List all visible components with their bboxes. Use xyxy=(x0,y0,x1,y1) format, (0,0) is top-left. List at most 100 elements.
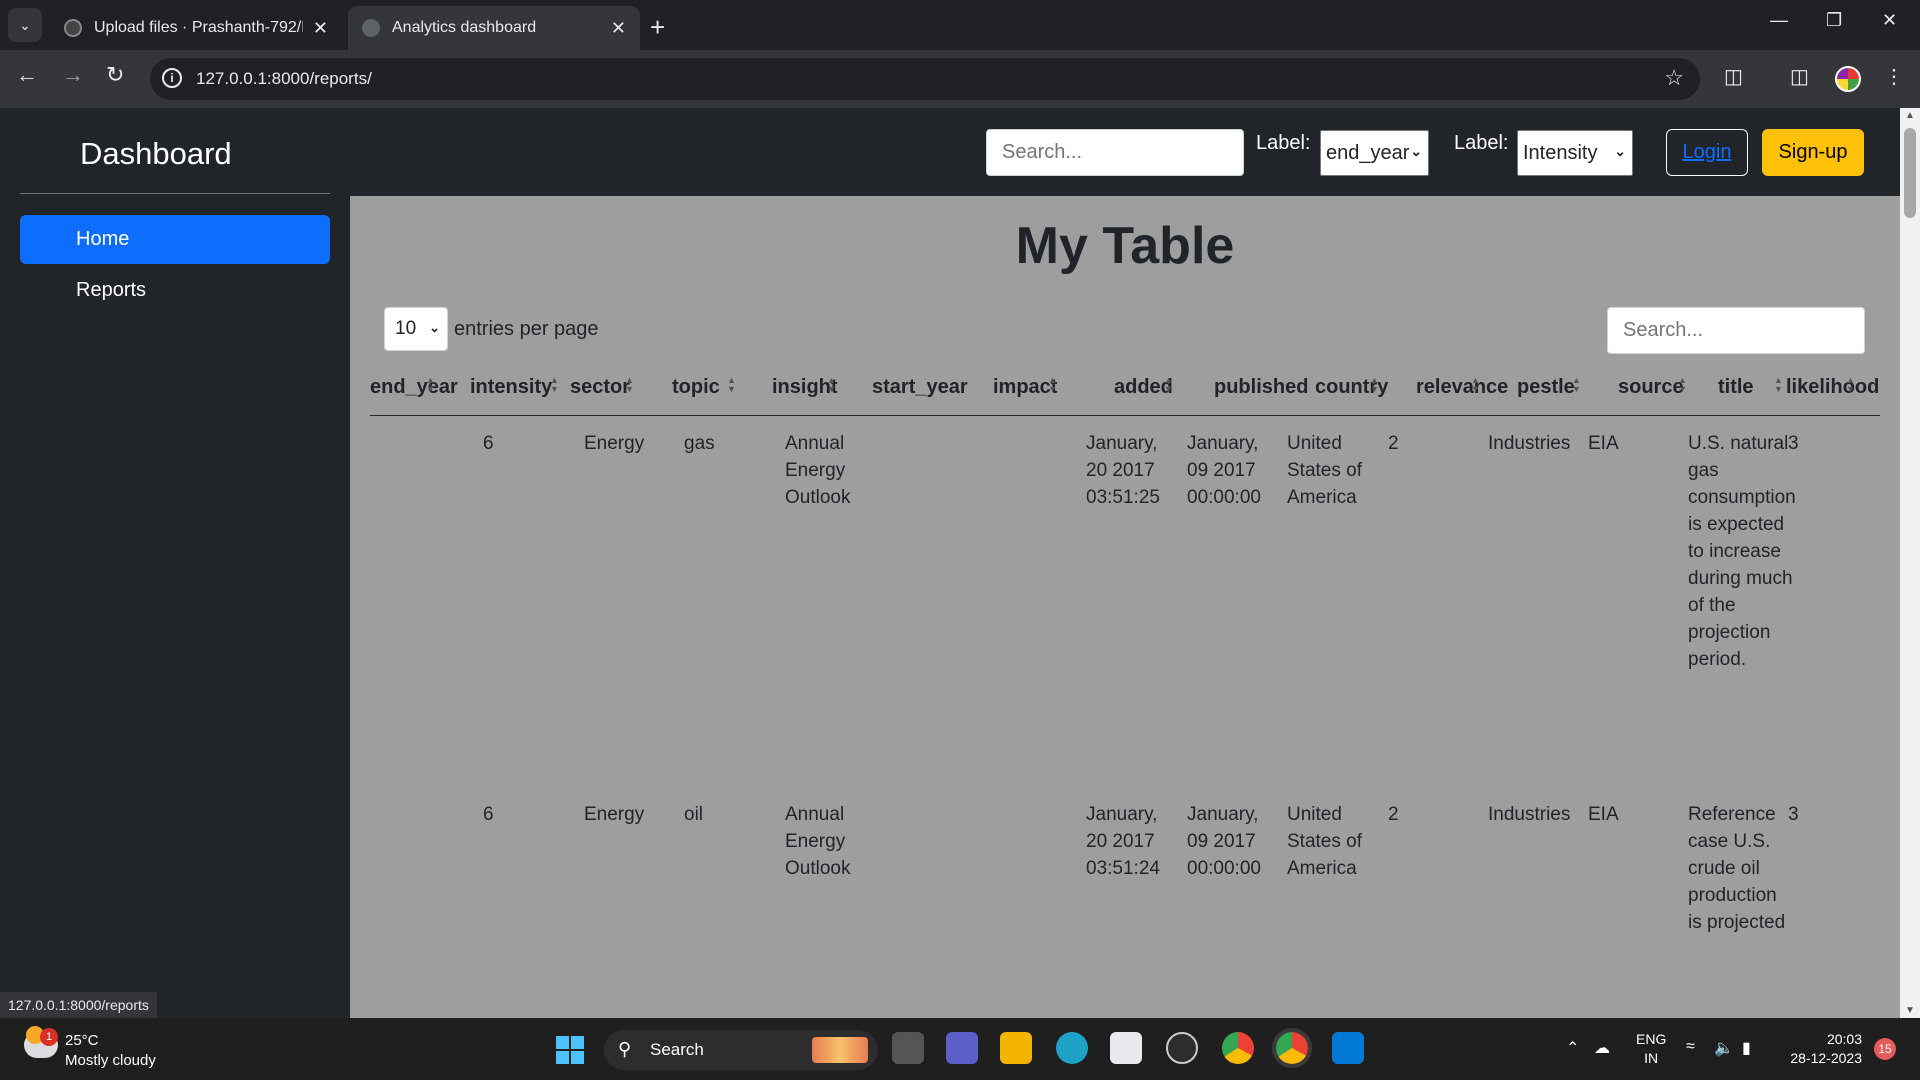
main-content: My Table 10 ⌄ entries per page end_year▲… xyxy=(350,196,1900,1018)
column-header-source[interactable]: source ▲ ▼ xyxy=(1618,376,1687,399)
windows-taskbar: 1 25°C Mostly cloudy ⚲ Search ⌃ ☁ ENG IN… xyxy=(0,1018,1920,1080)
close-tab-icon[interactable]: ✕ xyxy=(611,18,626,39)
close-window-icon[interactable]: ✕ xyxy=(1882,10,1897,31)
globe-icon xyxy=(362,19,380,37)
column-header-insight[interactable]: insight ▲ ▼ xyxy=(772,376,838,399)
github-icon xyxy=(64,19,82,37)
cell-relevance: 2 xyxy=(1388,433,1399,454)
edge-browser-icon[interactable] xyxy=(1056,1032,1088,1064)
label-1: Label: xyxy=(1256,132,1311,154)
address-bar[interactable]: i 127.0.0.1:8000/reports/ ☆ xyxy=(150,58,1700,100)
teams-chat-icon[interactable] xyxy=(946,1032,978,1064)
column-header-impact[interactable]: impact ▲ ▼ xyxy=(993,376,1057,399)
cell-added: January, 20 2017 03:51:25 xyxy=(1086,433,1160,508)
new-tab-plus-icon[interactable]: + xyxy=(650,12,665,43)
dell-icon[interactable] xyxy=(1166,1032,1198,1064)
table-row: 6 Energy oil Annual Energy Outlook Janua… xyxy=(370,801,1880,1018)
microsoft-store-icon[interactable] xyxy=(1110,1032,1142,1064)
taskbar-search-box[interactable]: ⚲ Search xyxy=(604,1030,878,1070)
table-search-input[interactable] xyxy=(1607,307,1865,354)
tab-search-button[interactable]: ⌄ xyxy=(8,8,42,42)
scrollbar-thumb[interactable] xyxy=(1904,128,1916,218)
sort-icon: ▲ ▼ xyxy=(550,375,559,394)
cell-likelihood: 3 xyxy=(1788,433,1799,454)
column-header-end-year[interactable]: end_year ▲ ▼ xyxy=(370,376,458,399)
profile-avatar[interactable] xyxy=(1835,66,1861,92)
input-language[interactable]: ENG IN xyxy=(1636,1030,1666,1068)
cell-sector: Energy xyxy=(584,804,645,825)
chevron-down-icon: ⌄ xyxy=(429,320,440,335)
sort-icon: ▲ ▼ xyxy=(426,375,435,394)
vscode-icon[interactable] xyxy=(1332,1032,1364,1064)
cell-sector: Energy xyxy=(584,433,645,454)
extensions-icon[interactable]: ◫ xyxy=(1724,64,1743,89)
notification-count-badge[interactable]: 15 xyxy=(1874,1038,1896,1060)
login-button[interactable]: Login xyxy=(1666,129,1748,176)
select-value: Intensity xyxy=(1523,141,1598,164)
battery-icon[interactable]: ▮ xyxy=(1742,1038,1751,1058)
web-page: Dashboard Home Reports Label: end_year ⌄… xyxy=(0,108,1920,1018)
sidebar-item-home[interactable]: Home xyxy=(20,215,330,264)
cell-insight: Annual Energy Outlook xyxy=(785,804,851,879)
system-clock[interactable]: 20:03 28-12-2023 xyxy=(1780,1030,1862,1068)
menu-kebab-icon[interactable]: ⋮ xyxy=(1884,64,1904,89)
cell-title: U.S. natural gas consumption is expected… xyxy=(1688,433,1796,670)
brand-title[interactable]: Dashboard xyxy=(80,136,232,172)
onedrive-cloud-icon[interactable]: ☁ xyxy=(1594,1038,1610,1058)
cell-source: EIA xyxy=(1588,804,1619,825)
restore-icon[interactable]: ❐ xyxy=(1826,10,1842,31)
column-header-country[interactable]: country ▲ ▼ xyxy=(1315,376,1388,399)
navbar-search-input[interactable] xyxy=(986,129,1244,176)
chrome-active-icon[interactable] xyxy=(1272,1028,1312,1068)
column-header-title[interactable]: title ▲ ▼ xyxy=(1718,376,1783,399)
forward-arrow-icon[interactable]: → xyxy=(62,62,84,88)
column-header-added[interactable]: added ▲ ▼ xyxy=(1114,376,1173,399)
close-tab-icon[interactable]: ✕ xyxy=(313,18,328,39)
column-header-published[interactable]: published xyxy=(1214,376,1308,399)
bookmark-star-icon[interactable]: ☆ xyxy=(1664,65,1684,91)
chrome-icon[interactable] xyxy=(1222,1032,1254,1064)
cell-topic: oil xyxy=(684,804,704,825)
task-view-icon[interactable] xyxy=(892,1032,924,1064)
label-select-intensity[interactable]: Intensity ⌄ xyxy=(1517,130,1633,176)
select-value: 10 xyxy=(395,318,417,339)
side-panel-icon[interactable]: ◫ xyxy=(1790,64,1809,89)
volume-icon[interactable]: 🔈 xyxy=(1714,1038,1734,1058)
column-header-start-year[interactable]: start_year xyxy=(872,376,968,399)
entries-per-page-label: entries per page xyxy=(454,318,599,340)
entries-per-page-select[interactable]: 10 ⌄ xyxy=(384,307,448,351)
signup-button[interactable]: Sign-up xyxy=(1762,129,1864,176)
site-info-icon[interactable]: i xyxy=(162,68,182,88)
column-header-sector[interactable]: sector ▲ ▼ xyxy=(570,376,634,399)
page-scrollbar[interactable]: ▲ ▼ xyxy=(1900,108,1920,1018)
search-icon: ⚲ xyxy=(618,1039,632,1059)
minimize-icon[interactable]: — xyxy=(1770,10,1788,31)
reload-icon[interactable]: ↻ xyxy=(106,62,124,88)
windows-start-icon[interactable] xyxy=(556,1036,584,1064)
scroll-up-icon[interactable]: ▲ xyxy=(1905,110,1915,121)
column-header-intensity[interactable]: intensity ▲ ▼ xyxy=(470,376,559,399)
weather-description[interactable]: Mostly cloudy xyxy=(65,1052,156,1069)
column-header-pestle[interactable]: pestle ▲ ▼ xyxy=(1517,376,1581,399)
select-value: end_year xyxy=(1326,141,1410,164)
wifi-icon[interactable]: ≈ xyxy=(1686,1038,1695,1056)
weather-temperature[interactable]: 25°C xyxy=(65,1032,99,1049)
browser-tab-upload-files[interactable]: Upload files · Prashanth-792/Dj ✕ xyxy=(50,6,342,50)
weather-badge: 1 xyxy=(40,1028,58,1046)
column-header-relevance[interactable]: relevance ▲ ▼ xyxy=(1416,376,1508,399)
sort-icon: ▲ ▼ xyxy=(1846,375,1855,394)
back-arrow-icon[interactable]: ← xyxy=(16,62,38,88)
sidebar-item-reports[interactable]: Reports xyxy=(20,266,330,315)
column-header-topic[interactable]: topic ▲ ▼ xyxy=(672,376,736,399)
sort-icon: ▲ ▼ xyxy=(625,375,634,394)
taskbar-search-label: Search xyxy=(650,1040,704,1059)
page-title: My Table xyxy=(1015,217,1235,275)
label-select-end-year[interactable]: end_year ⌄ xyxy=(1320,130,1429,176)
tray-chevron-up-icon[interactable]: ⌃ xyxy=(1566,1038,1579,1058)
browser-tab-analytics-dashboard[interactable]: Analytics dashboard ✕ xyxy=(348,6,640,50)
column-header-likelihood[interactable]: likelihood ▲ ▼ xyxy=(1786,376,1879,399)
browser-tab-strip: ⌄ Upload files · Prashanth-792/Dj ✕ Anal… xyxy=(0,0,1920,50)
region-code: IN xyxy=(1644,1050,1659,1066)
file-explorer-icon[interactable] xyxy=(1000,1032,1032,1064)
scroll-down-icon[interactable]: ▼ xyxy=(1905,1005,1915,1016)
